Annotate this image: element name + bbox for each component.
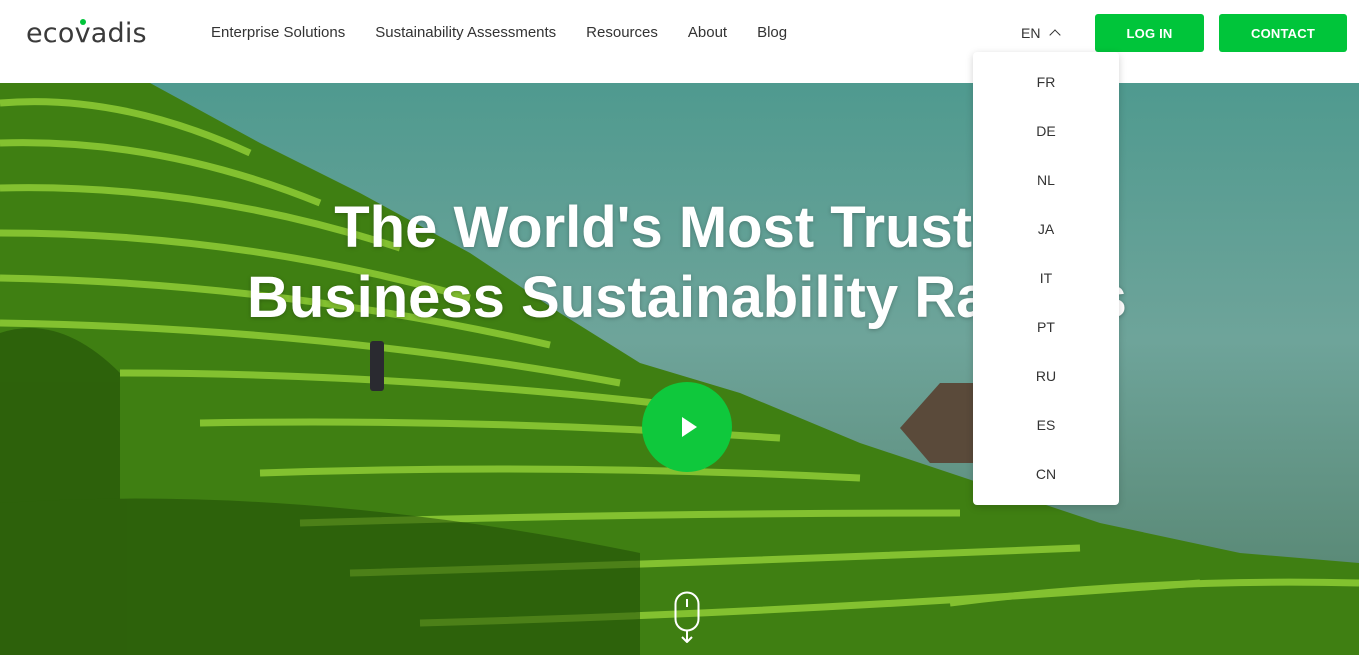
language-option-pt[interactable]: PT bbox=[973, 303, 1119, 352]
contact-button[interactable]: CONTACT bbox=[1219, 14, 1347, 52]
logo-v: v bbox=[75, 18, 91, 49]
logo-text-post: adis bbox=[90, 18, 147, 49]
nav-about[interactable]: About bbox=[688, 24, 727, 42]
language-dropdown: FR DE NL JA IT PT RU ES CN bbox=[973, 52, 1119, 505]
play-video-button[interactable] bbox=[642, 382, 732, 472]
hero-section: The World's Most Trusted Business Sustai… bbox=[0, 83, 1359, 655]
hero-background-image bbox=[0, 83, 1359, 655]
language-option-de[interactable]: DE bbox=[973, 107, 1119, 156]
language-option-ja[interactable]: JA bbox=[973, 205, 1119, 254]
language-option-es[interactable]: ES bbox=[973, 401, 1119, 450]
language-option-nl[interactable]: NL bbox=[973, 156, 1119, 205]
play-icon bbox=[682, 417, 697, 437]
nav-enterprise-solutions[interactable]: Enterprise Solutions bbox=[211, 24, 345, 42]
nav-blog[interactable]: Blog bbox=[757, 24, 787, 42]
hero-headline-line2: Business Sustainability Ratings bbox=[247, 265, 1127, 330]
language-option-fr[interactable]: FR bbox=[973, 58, 1119, 107]
language-option-cn[interactable]: CN bbox=[973, 450, 1119, 499]
login-button[interactable]: LOG IN bbox=[1095, 14, 1204, 52]
language-current: EN bbox=[1021, 25, 1041, 41]
nav-resources[interactable]: Resources bbox=[586, 24, 658, 42]
hero-headline: The World's Most Trusted Business Sustai… bbox=[0, 193, 1359, 333]
main-nav: Enterprise Solutions Sustainability Asse… bbox=[211, 24, 817, 42]
chevron-up-icon bbox=[1049, 29, 1062, 41]
scroll-mouse-icon[interactable] bbox=[674, 591, 700, 643]
language-option-it[interactable]: IT bbox=[973, 254, 1119, 303]
ecovadis-logo[interactable]: ecov adis bbox=[26, 18, 147, 49]
language-selector[interactable]: EN bbox=[1021, 25, 1062, 41]
nav-sustainability-assessments[interactable]: Sustainability Assessments bbox=[375, 24, 556, 42]
logo-text-pre: eco bbox=[26, 18, 75, 49]
language-option-ru[interactable]: RU bbox=[973, 352, 1119, 401]
logo-dot bbox=[79, 19, 86, 25]
hero-headline-line1: The World's Most Trusted bbox=[334, 195, 1040, 260]
site-header: ecov adis Enterprise Solutions Sustainabi… bbox=[0, 0, 1359, 83]
